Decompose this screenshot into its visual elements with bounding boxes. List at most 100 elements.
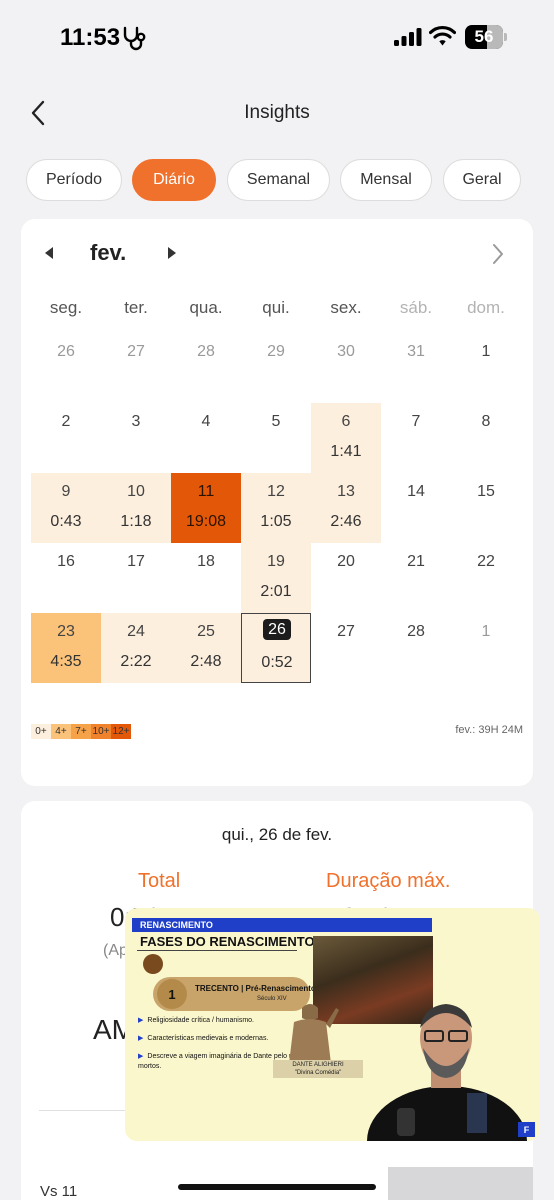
calendar-card: fev. seg. ter. qua. qui. sex. sáb. dom. …	[21, 219, 533, 786]
calendar-day[interactable]: 4	[171, 403, 241, 473]
calendar-day[interactable]: 14	[381, 473, 451, 543]
day-duration: 2:01	[260, 583, 292, 600]
calendar-day[interactable]: 31	[381, 333, 451, 403]
calendar-day-today[interactable]: 26 0:52	[241, 613, 311, 683]
day-number: 1	[481, 343, 491, 360]
slide-item-number: 1	[157, 979, 187, 1009]
status-time: 11:53	[60, 24, 121, 51]
month-total: fev.: 39H 24M	[455, 724, 523, 736]
day-number: 22	[477, 553, 495, 570]
total-label: Total	[138, 870, 181, 892]
comparison-bar	[388, 1167, 533, 1200]
calendar-day[interactable]: 3	[101, 403, 171, 473]
calendar-day[interactable]: 24 2:22	[101, 613, 171, 683]
comparison-label: Vs 11	[40, 1183, 78, 1200]
weekday-header: seg. ter. qua. qui. sex. sáb. dom.	[31, 298, 523, 320]
tab-geral[interactable]: Geral	[443, 159, 521, 201]
next-month-icon[interactable]	[166, 246, 178, 260]
calendar-day[interactable]: 15	[451, 473, 521, 543]
day-number: 7	[411, 413, 421, 430]
day-number: 1	[481, 623, 491, 640]
day-duration: 0:43	[50, 513, 82, 530]
calendar-day[interactable]: 27	[101, 333, 171, 403]
calendar-day[interactable]: 26	[31, 333, 101, 403]
weekday-label: ter.	[124, 298, 148, 317]
calendar-day[interactable]: 23 4:35	[31, 613, 101, 683]
calendar-day[interactable]: 6 1:41	[311, 403, 381, 473]
tab-mensal[interactable]: Mensal	[340, 159, 432, 201]
day-duration: 0:52	[261, 654, 293, 671]
picture-in-picture-video[interactable]: RENASCIMENTO FASES DO RENASCIMENTO 1 TRE…	[125, 908, 540, 1141]
weekday-label: seg.	[49, 298, 83, 317]
calendar-day[interactable]: 5	[241, 403, 311, 473]
calendar-day[interactable]: 19 2:01	[241, 543, 311, 613]
calendar-day[interactable]: 13 2:46	[311, 473, 381, 543]
day-duration: 1:18	[120, 513, 152, 530]
legend-item: 12+	[111, 724, 131, 739]
home-indicator[interactable]	[178, 1184, 376, 1190]
slide-banner: RENASCIMENTO	[132, 918, 432, 932]
calendar-day[interactable]: 12 1:05	[241, 473, 311, 543]
day-number: 2	[61, 413, 71, 430]
intensity-legend: 0+ 4+ 7+ 10+ 12+	[31, 724, 131, 739]
day-number: 14	[407, 483, 425, 500]
calendar-day[interactable]: 28	[381, 613, 451, 683]
tab-diario[interactable]: Diário	[132, 159, 216, 201]
day-duration: 2:22	[120, 653, 152, 670]
day-number: 6	[341, 413, 351, 430]
day-duration: 2:48	[190, 653, 222, 670]
period-tabs: Período Diário Semanal Mensal Geral	[0, 159, 554, 201]
day-number: 4	[201, 413, 211, 430]
calendar-day[interactable]: 7	[381, 403, 451, 473]
day-number: 5	[271, 413, 281, 430]
status-bar: 11:53 56	[0, 0, 554, 76]
calendar-day[interactable]: 28	[171, 333, 241, 403]
day-number: 26	[263, 619, 291, 640]
calendar-day[interactable]: 1	[451, 333, 521, 403]
calendar-day[interactable]: 29	[241, 333, 311, 403]
day-duration: 1:05	[260, 513, 292, 530]
chevron-right-icon[interactable]	[491, 243, 505, 265]
calendar-day[interactable]: 25 2:48	[171, 613, 241, 683]
calendar-day[interactable]: 1	[451, 613, 521, 683]
calendar-day[interactable]: 30	[311, 333, 381, 403]
calendar-day[interactable]: 9 0:43	[31, 473, 101, 543]
statue-caption: DANTE ALIGHIERI "Divina Comédia"	[273, 1060, 363, 1078]
calendar-day[interactable]: 16	[31, 543, 101, 613]
day-number: 23	[57, 623, 75, 640]
calendar-day[interactable]: 2	[31, 403, 101, 473]
day-duration: 19:08	[185, 513, 227, 530]
day-number: 16	[57, 553, 75, 570]
calendar-day[interactable]: 27	[311, 613, 381, 683]
weekday-label: dom.	[467, 298, 505, 317]
caption-name: DANTE ALIGHIERI	[292, 1062, 344, 1068]
tab-semanal[interactable]: Semanal	[227, 159, 330, 201]
tab-periodo[interactable]: Período	[26, 159, 122, 201]
day-number: 29	[267, 343, 285, 360]
calendar-day[interactable]: 18	[171, 543, 241, 613]
calendar-day[interactable]: 21	[381, 543, 451, 613]
slide-title: FASES DO RENASCIMENTO	[140, 934, 315, 949]
calendar-day[interactable]: 20	[311, 543, 381, 613]
day-number: 25	[197, 623, 215, 640]
prev-month-icon[interactable]	[43, 246, 55, 260]
calendar-day[interactable]: 10 1:18	[101, 473, 171, 543]
day-duration: 4:35	[50, 653, 82, 670]
day-number: 24	[127, 623, 145, 640]
page-title: Insights	[244, 102, 310, 123]
calendar-day[interactable]: 8	[451, 403, 521, 473]
day-number: 15	[477, 483, 495, 500]
calendar-day[interactable]: 22	[451, 543, 521, 613]
day-number: 17	[127, 553, 145, 570]
slide-item-title: TRECENTO | Pré-Renascimento	[195, 984, 316, 993]
weekday-label: qui.	[262, 298, 290, 317]
battery-icon: 56	[465, 25, 507, 49]
calendar-day[interactable]: 17	[101, 543, 171, 613]
calendar-day[interactable]: 11 19:08	[171, 473, 241, 543]
battery-level: 56	[474, 27, 494, 46]
day-number: 8	[481, 413, 491, 430]
weekday-label: sex.	[330, 298, 362, 317]
day-number: 10	[127, 483, 145, 500]
channel-logo: F	[518, 1122, 535, 1137]
day-number: 28	[407, 623, 425, 640]
